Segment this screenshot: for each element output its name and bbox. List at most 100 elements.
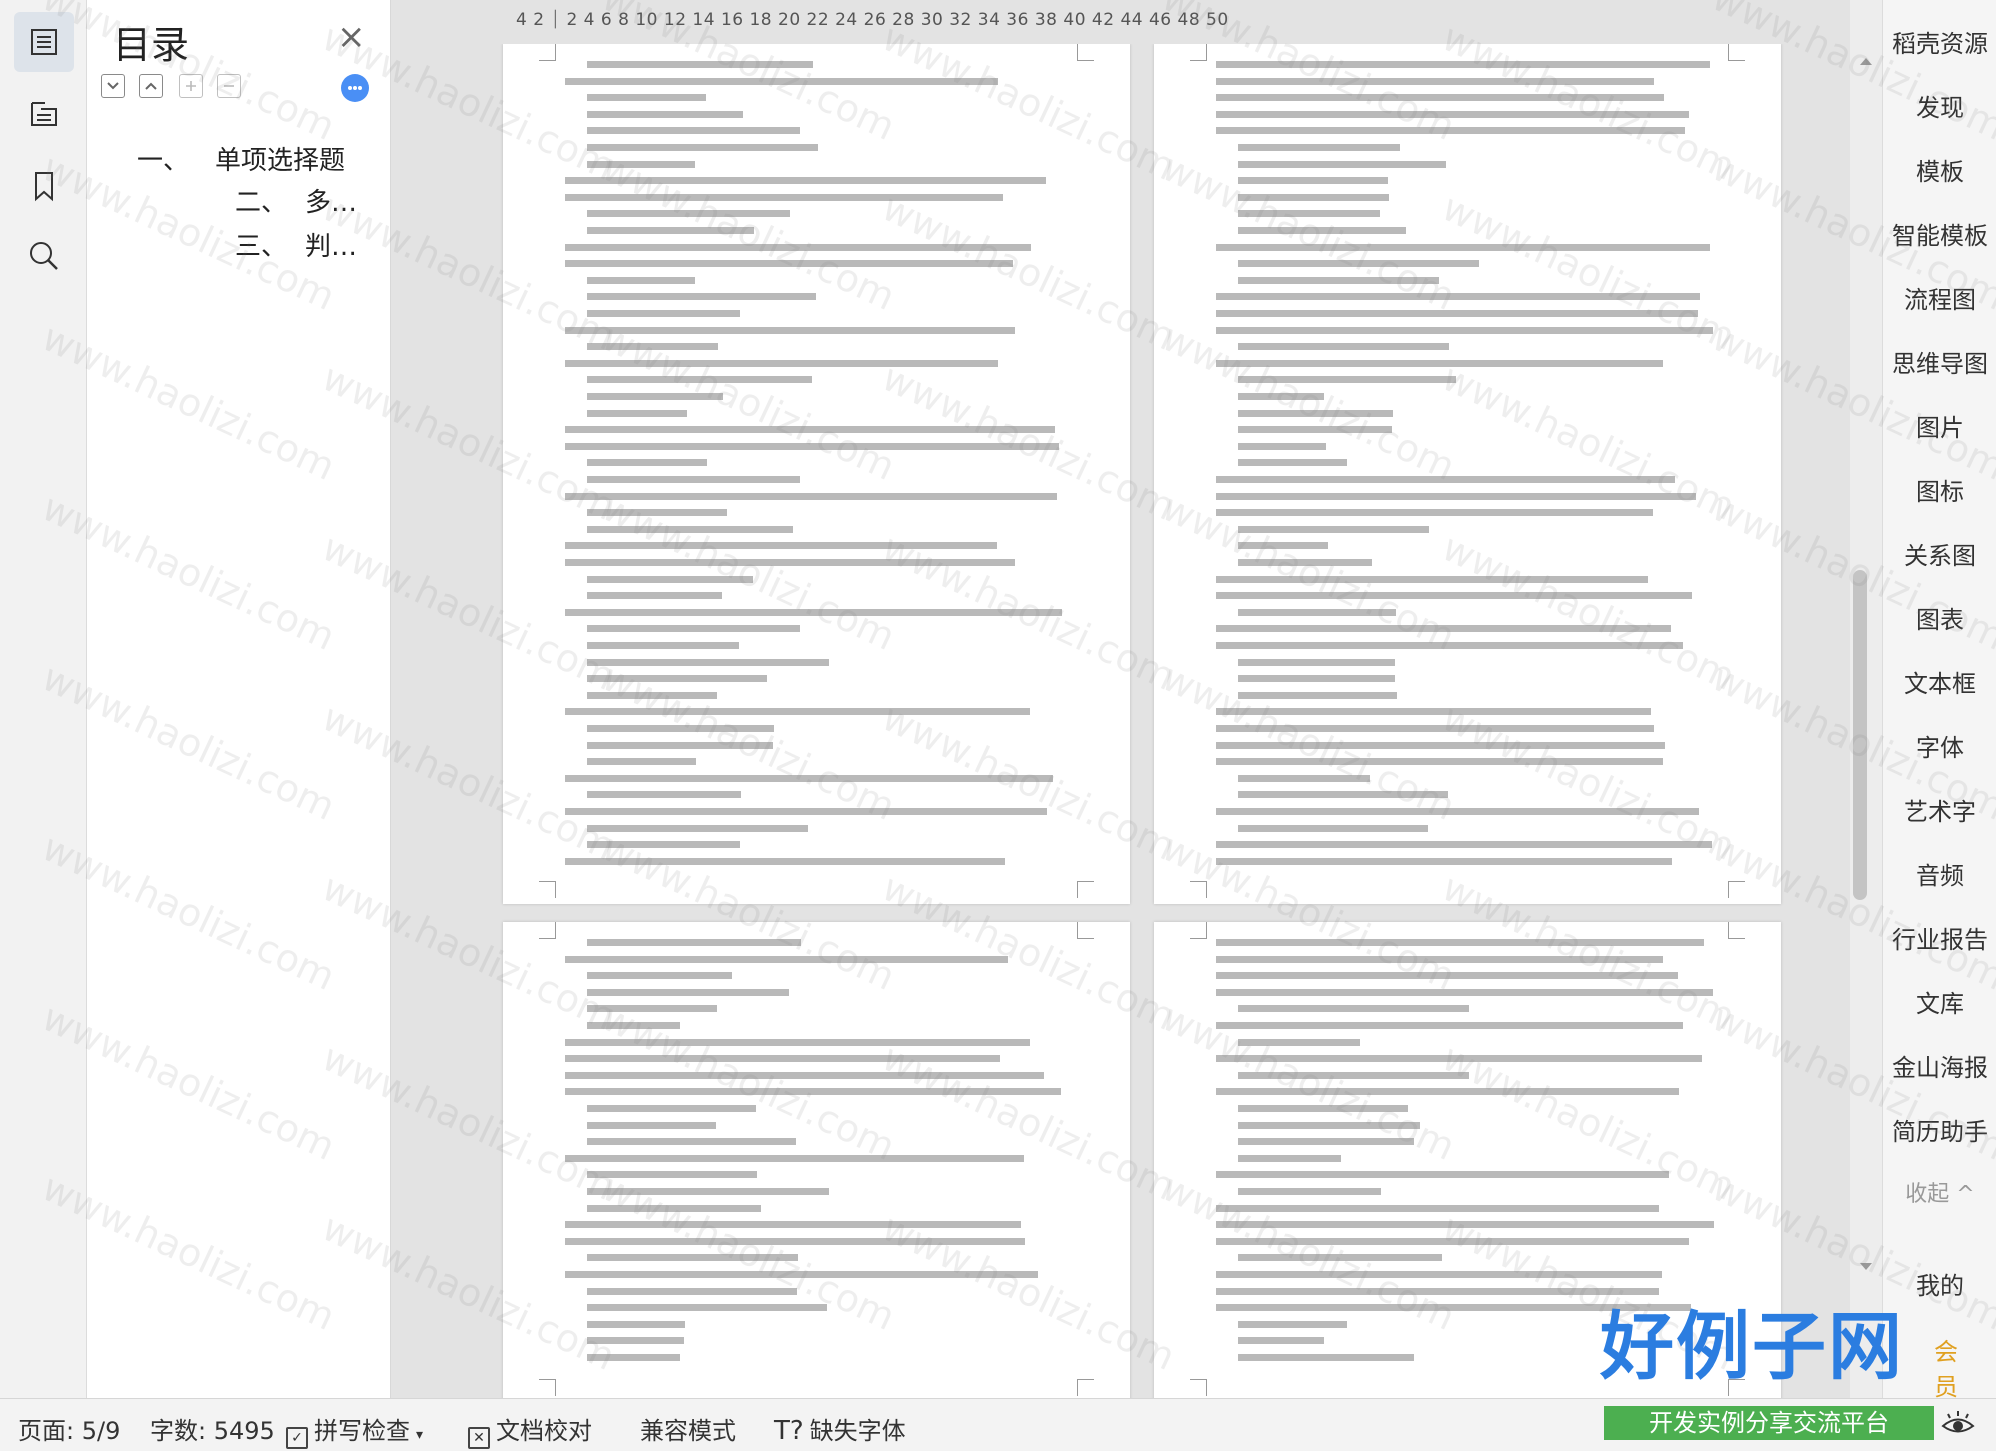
text-line bbox=[587, 1135, 1064, 1148]
horizontal-ruler[interactable]: 4 2 ⏐ 2 4 6 8 10 12 14 16 18 20 22 24 26… bbox=[391, 0, 1850, 44]
text-line bbox=[587, 158, 1064, 171]
chevron-down-icon bbox=[107, 82, 119, 90]
toc-more-options-button[interactable] bbox=[341, 74, 369, 102]
text-line bbox=[1238, 1002, 1715, 1015]
right-panel-item[interactable]: 发现 bbox=[1883, 88, 1996, 123]
toc-item-label: 判… bbox=[305, 232, 358, 262]
right-panel-item[interactable]: 模板 bbox=[1883, 152, 1996, 187]
crop-mark bbox=[539, 44, 556, 61]
text-line bbox=[1238, 1069, 1715, 1082]
text-line bbox=[1216, 357, 1715, 370]
document-area[interactable] bbox=[391, 44, 1850, 1398]
right-resource-panel: 稻壳资源发现模板智能模板流程图思维导图图片图标关系图图表文本框字体艺术字音频行业… bbox=[1882, 0, 1996, 1398]
right-panel-item[interactable]: 文本框 bbox=[1883, 664, 1996, 699]
text-line bbox=[587, 788, 1064, 801]
text-line bbox=[1216, 589, 1715, 602]
eye-protection-icon[interactable] bbox=[1940, 1409, 1976, 1439]
missing-font-label: 缺失字体 bbox=[809, 1417, 906, 1445]
right-panel-item[interactable]: 字体 bbox=[1883, 728, 1996, 763]
scrollbar-thumb[interactable] bbox=[1853, 570, 1867, 900]
right-panel-item[interactable]: 稻壳资源 bbox=[1883, 24, 1996, 59]
text-line bbox=[1216, 855, 1715, 868]
document-page-5-right[interactable] bbox=[1154, 44, 1781, 904]
text-line bbox=[587, 340, 1064, 353]
missing-font-icon: T? bbox=[774, 1416, 804, 1446]
scroll-down-icon[interactable] bbox=[1859, 1262, 1873, 1272]
toc-title: 目录 bbox=[113, 23, 190, 67]
crop-mark bbox=[1077, 44, 1094, 61]
right-panel-item[interactable]: 音频 bbox=[1883, 856, 1996, 891]
right-panel-item[interactable]: 关系图 bbox=[1883, 536, 1996, 571]
toc-item-number: 三、 bbox=[235, 232, 288, 262]
text-line bbox=[1216, 324, 1715, 337]
crop-mark bbox=[1190, 44, 1207, 61]
right-panel-item[interactable]: 流程图 bbox=[1883, 280, 1996, 315]
member-label[interactable]: 会员 bbox=[1934, 1332, 1958, 1402]
proof-icon: ✕ bbox=[468, 1427, 490, 1449]
text-line bbox=[565, 1036, 1064, 1049]
add-heading-button[interactable] bbox=[179, 74, 203, 98]
text-line bbox=[587, 407, 1064, 420]
text-line bbox=[565, 705, 1064, 718]
search-button[interactable] bbox=[14, 226, 74, 286]
toc-panel: 目录 × 一、 单项选择题 二、 多… 三、 判… bbox=[87, 0, 391, 1398]
document-page-6-left[interactable] bbox=[503, 922, 1130, 1398]
compat-mode-label[interactable]: 兼容模式 bbox=[640, 1411, 736, 1446]
text-line bbox=[565, 257, 1064, 270]
toc-item-1[interactable]: 一、 单项选择题 bbox=[137, 140, 345, 177]
text-line bbox=[587, 1102, 1064, 1115]
text-line bbox=[1238, 1102, 1715, 1115]
text-line bbox=[565, 357, 1064, 370]
collapse-panel-button[interactable]: 收起 ^ bbox=[1883, 1176, 1996, 1208]
right-panel-item[interactable]: 金山海报 bbox=[1883, 1048, 1996, 1083]
text-line bbox=[587, 473, 1064, 486]
text-line bbox=[1238, 606, 1715, 619]
text-line bbox=[587, 1334, 1064, 1347]
text-line bbox=[1216, 1285, 1715, 1298]
expand-all-button[interactable] bbox=[139, 74, 163, 98]
search-icon bbox=[30, 242, 58, 270]
spell-check-button[interactable]: ✓ 拼写检查 ▾ bbox=[286, 1411, 423, 1449]
right-panel-item[interactable]: 思维导图 bbox=[1883, 344, 1996, 379]
remove-heading-button[interactable] bbox=[217, 74, 241, 98]
right-panel-item[interactable]: 图片 bbox=[1883, 408, 1996, 443]
crop-mark bbox=[1190, 922, 1207, 939]
right-panel-item[interactable]: 智能模板 bbox=[1883, 216, 1996, 251]
navigation-button[interactable] bbox=[14, 84, 74, 144]
text-line bbox=[1216, 307, 1715, 320]
toc-item-2[interactable]: 二、 多… bbox=[235, 182, 357, 219]
right-panel-item[interactable]: 图表 bbox=[1883, 600, 1996, 635]
text-line bbox=[587, 1351, 1064, 1364]
text-line bbox=[1216, 1218, 1715, 1231]
mine-button[interactable]: 我的 bbox=[1883, 1266, 1996, 1301]
text-line bbox=[1216, 490, 1715, 503]
text-line bbox=[1238, 689, 1715, 702]
crop-mark bbox=[1077, 881, 1094, 898]
text-line bbox=[1216, 969, 1715, 982]
proof-label: 文档校对 bbox=[496, 1417, 592, 1445]
right-panel-item[interactable]: 简历助手 bbox=[1883, 1112, 1996, 1147]
page-indicator[interactable]: 页面: 5/9 bbox=[18, 1411, 120, 1446]
collapse-all-button[interactable] bbox=[101, 74, 125, 98]
toc-close-icon[interactable]: × bbox=[337, 20, 366, 54]
document-page-5-left[interactable] bbox=[503, 44, 1130, 904]
text-line bbox=[1216, 622, 1715, 635]
bookmark-button[interactable] bbox=[14, 156, 74, 216]
crop-mark bbox=[539, 881, 556, 898]
missing-font-button[interactable]: T? 缺失字体 bbox=[774, 1411, 906, 1446]
right-panel-item[interactable]: 文库 bbox=[1883, 984, 1996, 1019]
text-line bbox=[1216, 473, 1715, 486]
text-line bbox=[587, 838, 1064, 851]
scroll-up-icon[interactable] bbox=[1859, 56, 1873, 66]
right-panel-item[interactable]: 艺术字 bbox=[1883, 792, 1996, 827]
text-line bbox=[1216, 75, 1715, 88]
toc-item-3[interactable]: 三、 判… bbox=[235, 226, 357, 263]
text-line bbox=[587, 1019, 1064, 1032]
right-panel-item[interactable]: 行业报告 bbox=[1883, 920, 1996, 955]
toc-view-button[interactable] bbox=[14, 12, 74, 72]
navigation-icon bbox=[31, 102, 57, 126]
right-panel-item[interactable]: 图标 bbox=[1883, 472, 1996, 507]
text-line bbox=[1216, 739, 1715, 752]
word-count[interactable]: 字数: 5495 bbox=[150, 1411, 275, 1446]
document-proof-button[interactable]: ✕ 文档校对 bbox=[468, 1411, 592, 1449]
